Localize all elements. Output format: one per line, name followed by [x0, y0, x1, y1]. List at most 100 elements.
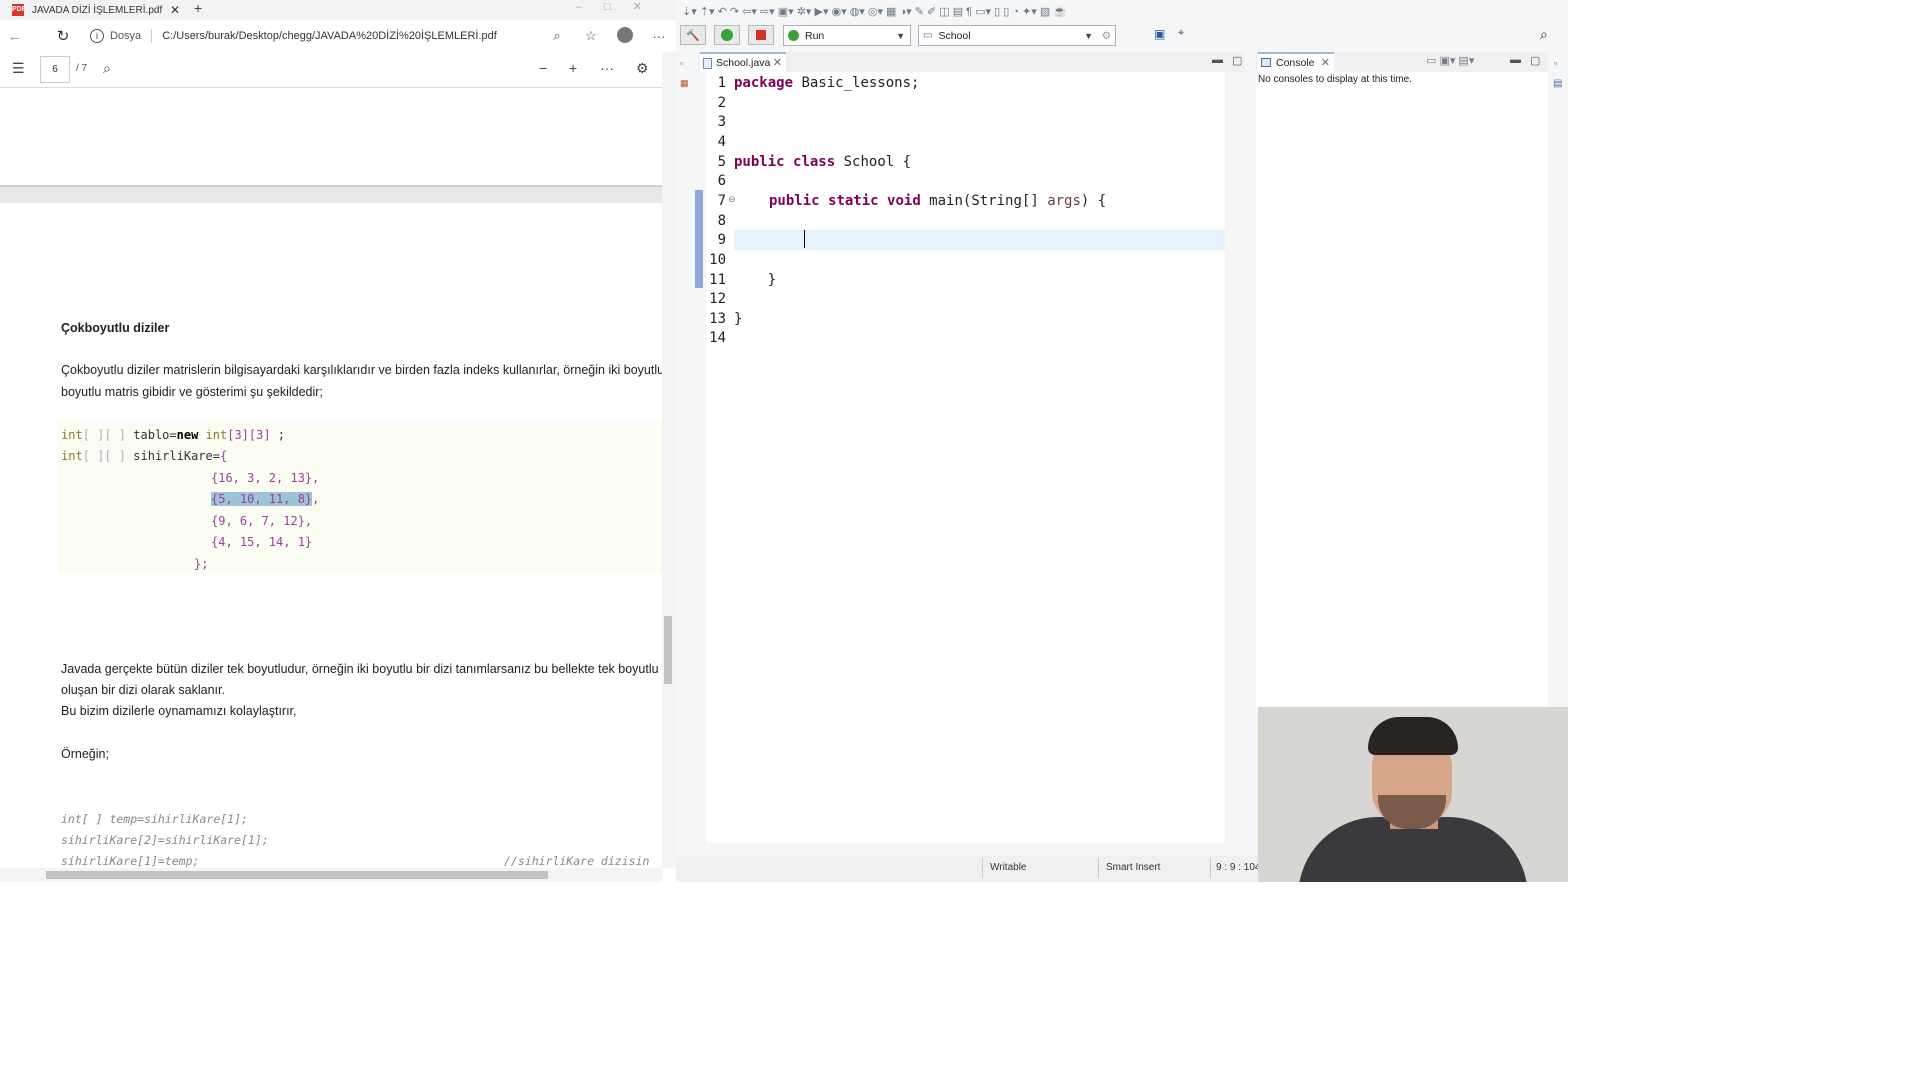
status-writable: Writable — [990, 862, 1027, 873]
search-icon[interactable]: ⌕ — [1540, 26, 1548, 43]
window-controls[interactable]: –□✕ — [576, 0, 664, 13]
outline-icon[interactable]: ▤ — [1553, 78, 1562, 89]
launch-mode-select[interactable]: Run ▼ — [783, 25, 911, 46]
new-tab-button[interactable]: + — [194, 0, 202, 16]
pdf-toolbar: ☰ 6 / 7 ⌕ − + ··· ⚙ — [0, 52, 662, 88]
pdf-paragraph-line: Javada gerçekte bütün diziler tek boyutl… — [61, 662, 662, 676]
settings-icon[interactable]: ⚙ — [636, 60, 649, 77]
url-field[interactable]: i Dosya C:/Users/burak/Desktop/chegg/JAV… — [80, 23, 568, 49]
code-line: } — [734, 311, 743, 327]
close-icon[interactable]: ✕ — [773, 56, 782, 69]
page-number-input[interactable]: 6 — [40, 56, 70, 83]
stop-icon[interactable] — [748, 25, 774, 45]
refresh-icon[interactable]: ↻ — [48, 27, 78, 45]
profile-icon[interactable] — [608, 26, 642, 46]
close-icon[interactable]: ✕ — [1321, 56, 1330, 69]
scroll-thumb[interactable] — [46, 871, 548, 879]
line-number: 10 — [709, 252, 726, 268]
minimize-icon[interactable]: ▬ — [1510, 54, 1521, 66]
editor-horizontal-scrollbar[interactable] — [706, 842, 1225, 856]
code-token: [ ][ ] — [82, 428, 127, 442]
zoom-icon[interactable]: ⌕ — [540, 28, 574, 44]
pdf-content: Çokboyutlu diziler Çokboyutlu diziler ma… — [0, 88, 662, 868]
minimize-icon[interactable]: ▬ — [1212, 54, 1223, 66]
fold-icon[interactable]: ⊖ — [728, 194, 736, 205]
code-editor[interactable]: ⊖ 1 2 3 4 5 6 7 8 9 10 11 12 13 14 packa… — [695, 72, 1225, 842]
pdf-paragraph-line: oluşan bir dizi olarak saklanır. — [61, 683, 225, 697]
launch-config-select[interactable]: ▭ School ▼ ⚙ — [918, 25, 1116, 46]
maximize-icon[interactable]: ▢ — [1530, 54, 1540, 67]
code-line: public class School { — [734, 154, 911, 170]
favorites-icon[interactable]: ☆ — [574, 28, 608, 44]
code-token: public — [734, 154, 785, 170]
code-token: { — [219, 449, 228, 463]
screen: PDF JAVADA DİZİ İŞLEMLERİ.pdf ✕ + –□✕ ← … — [0, 0, 1568, 882]
more-icon[interactable]: ··· — [642, 29, 676, 44]
pdf-browser-window: PDF JAVADA DİZİ İŞLEMLERİ.pdf ✕ + –□✕ ← … — [0, 0, 676, 882]
line-number: 13 — [709, 311, 726, 327]
code-token: Basic_lessons; — [793, 75, 920, 91]
run-icon[interactable] — [714, 25, 740, 45]
pdf-horizontal-scrollbar[interactable] — [0, 868, 662, 882]
webcam-person-hair — [1368, 717, 1458, 755]
webcam-overlay — [1258, 707, 1568, 882]
status-separator — [1210, 858, 1211, 878]
code-token: ; — [270, 428, 286, 442]
zoom-out-button[interactable]: − — [539, 60, 547, 76]
line-number: 12 — [709, 291, 726, 307]
code-token: tablo= — [126, 428, 177, 442]
code-line: } — [734, 272, 777, 288]
monitor-icon[interactable]: ▣ — [1154, 27, 1165, 41]
changed-lines-marker — [695, 190, 703, 288]
line-number: 11 — [709, 272, 726, 288]
browser-actions: ⌕ ☆ ··· — [540, 20, 676, 52]
browser-tab-title: JAVADA DİZİ İŞLEMLERİ.pdf — [32, 4, 163, 16]
tab-console[interactable]: Console ✕ — [1258, 52, 1334, 72]
scroll-thumb[interactable] — [664, 616, 672, 684]
pdf-code-line: {4, 15, 14, 1} — [211, 535, 313, 549]
maximize-icon[interactable]: ▢ — [1232, 54, 1242, 67]
toolbar-icons[interactable]: ⇣▾ ⇡▾ ↶ ↷ ⇦▾ ⇨▾ ▣▾ ✲▾ ▶▾ ◉▾ ◍▾ ◎▾ ▦ ◑▾ ✎… — [682, 5, 1067, 18]
package-explorer-icon[interactable]: ▦ — [680, 78, 689, 89]
highlighted-row[interactable]: {5, 10, 11, 8} — [211, 492, 313, 506]
line-number: 6 — [717, 173, 726, 189]
page-total: / 7 — [76, 63, 88, 74]
editor-tabbar: School.java ✕ ▬ ▢ — [698, 52, 1244, 72]
pdf-vertical-scrollbar[interactable] — [662, 52, 676, 868]
pdf-code-line: {5, 10, 11, 8}, — [211, 492, 319, 506]
java-file-icon — [703, 58, 712, 69]
console-tabbar: Console ✕ ▭ ▣▾ ▤▾ ▬ ▢ — [1256, 52, 1548, 72]
toc-icon[interactable]: ☰ — [12, 60, 25, 77]
code-token: ) { — [1080, 193, 1107, 209]
zoom-in-button[interactable]: + — [569, 60, 577, 76]
search-icon[interactable]: ⌕ — [103, 60, 111, 77]
code-token: School { — [835, 154, 912, 170]
editor-vertical-scrollbar[interactable] — [1225, 72, 1239, 842]
console-toolbar-icons[interactable]: ▭ ▣▾ ▤▾ — [1426, 54, 1474, 67]
text-caret — [804, 230, 805, 248]
restore-icon[interactable]: ▫ — [1554, 58, 1557, 68]
status-separator — [1098, 858, 1099, 878]
code-token: sihirliKare= — [126, 449, 220, 463]
editor-tab-label: School.java — [716, 57, 771, 69]
search-target-icon[interactable]: ⌖ — [1178, 27, 1184, 40]
tab-close-icon[interactable]: ✕ — [170, 3, 180, 17]
browser-tab-pdf[interactable]: PDF JAVADA DİZİ İŞLEMLERİ.pdf ✕ — [6, 0, 186, 20]
gear-icon[interactable]: ⚙ — [1102, 30, 1111, 42]
editor-tab-school-java[interactable]: School.java ✕ — [700, 52, 786, 72]
pdf-italic-code: sihirliKare[1]=temp; — [61, 854, 200, 868]
url-text: C:/Users/burak/Desktop/chegg/JAVADA%20Dİ… — [162, 30, 497, 42]
code-token: [3][3] — [227, 428, 271, 442]
build-icon[interactable]: 🔨 — [680, 25, 706, 45]
back-icon[interactable]: ← — [0, 28, 30, 45]
line-number: 1 — [717, 75, 726, 91]
pdf-more-icon[interactable]: ··· — [600, 60, 614, 76]
pdf-heading: Çokboyutlu diziler — [61, 321, 170, 335]
restore-icon[interactable]: ▫ — [680, 58, 683, 68]
line-number: 14 — [709, 330, 726, 346]
pdf-code-line: int[ ][ ] sihirliKare={ — [61, 449, 227, 463]
pdf-code-line: {9, 6, 7, 12}, — [211, 514, 313, 528]
info-icon[interactable]: i — [90, 29, 104, 43]
launch-mode-label: Run — [805, 29, 825, 42]
code-token: public — [769, 193, 820, 209]
